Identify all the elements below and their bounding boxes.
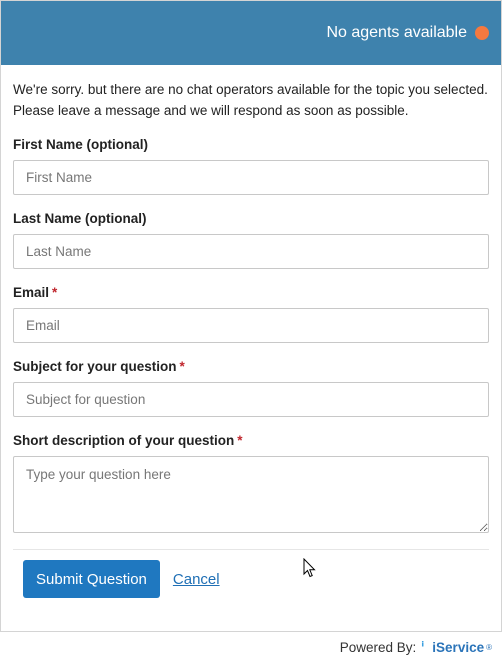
status-header: No agents available [1, 1, 501, 65]
powered-by-label: Powered By: [339, 639, 417, 655]
iservice-logo[interactable]: ⁱ iService ® [421, 639, 492, 655]
brand-name: iService [432, 639, 485, 655]
status-indicator-icon [475, 26, 489, 40]
intro-line-1: We're sorry. but there are no chat opera… [13, 82, 488, 97]
status-text: No agents available [326, 24, 467, 41]
first-name-input[interactable] [13, 160, 489, 195]
mouse-pointer-icon [303, 558, 316, 578]
description-label: Short description of your question * [13, 433, 243, 448]
subject-group: Subject for your question * [13, 359, 489, 417]
email-group: Email * [13, 285, 489, 343]
required-mark: * [52, 285, 58, 300]
submit-question-button[interactable]: Submit Question [23, 560, 160, 598]
registered-mark: ® [486, 642, 492, 652]
form-actions: Submit Question Cancel [13, 550, 489, 598]
subject-input[interactable] [13, 382, 489, 417]
iservice-logo-icon: ⁱ [421, 639, 425, 654]
powered-by-footer: Powered By: ⁱ iService ® [340, 639, 492, 655]
intro-message: We're sorry. but there are no chat opera… [13, 79, 489, 121]
email-label: Email * [13, 285, 58, 300]
required-mark: * [179, 359, 185, 374]
cancel-link[interactable]: Cancel [173, 571, 220, 588]
description-textarea[interactable] [13, 456, 489, 533]
chat-offline-panel: No agents available We're sorry. but the… [0, 0, 502, 632]
last-name-group: Last Name (optional) [13, 211, 489, 269]
description-group: Short description of your question * [13, 433, 489, 533]
email-input[interactable] [13, 308, 489, 343]
last-name-label: Last Name (optional) [13, 211, 147, 226]
subject-label: Subject for your question * [13, 359, 185, 374]
form-body: We're sorry. but there are no chat opera… [1, 65, 501, 598]
last-name-input[interactable] [13, 234, 489, 269]
intro-line-2: Please leave a message and we will respo… [13, 103, 409, 118]
first-name-label: First Name (optional) [13, 137, 149, 152]
first-name-group: First Name (optional) [13, 137, 489, 195]
required-mark: * [237, 433, 243, 448]
